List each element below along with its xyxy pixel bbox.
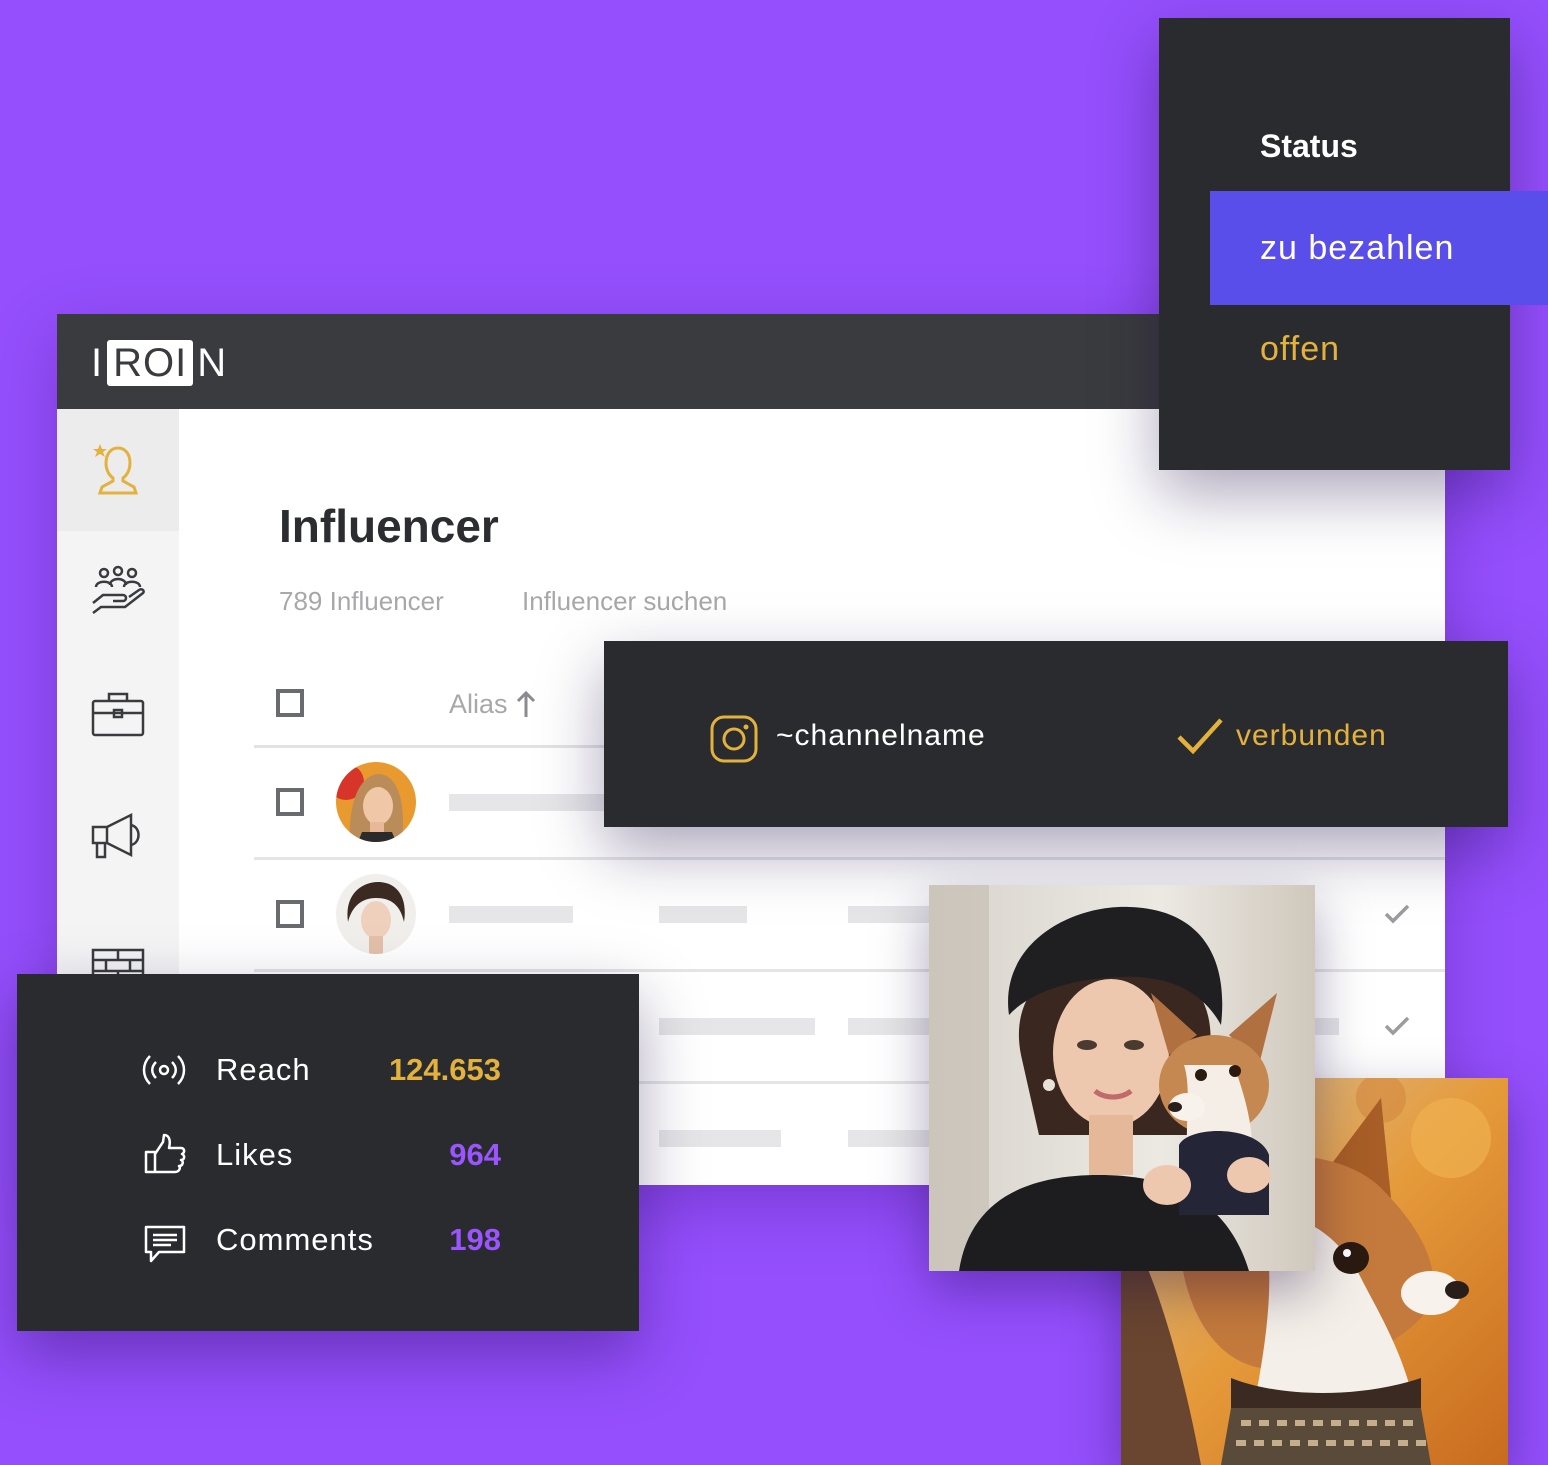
status-menu-title: Status bbox=[1260, 128, 1358, 164]
stat-label: Reach bbox=[216, 1052, 311, 1087]
stat-value: 198 bbox=[449, 1222, 501, 1257]
status-menu: Status zu bezahlen offen bbox=[1159, 18, 1548, 470]
team-hand-icon bbox=[92, 565, 145, 614]
select-all-checkbox[interactable] bbox=[276, 689, 304, 717]
cell-placeholder bbox=[659, 1130, 781, 1147]
channel-name: ~channelname bbox=[776, 719, 986, 752]
sidebar-item-campaigns[interactable] bbox=[57, 653, 179, 775]
logo-part-3: N bbox=[197, 340, 228, 385]
megaphone-icon bbox=[91, 812, 140, 859]
influencer-star-icon bbox=[93, 444, 139, 495]
cell-placeholder bbox=[848, 1130, 938, 1147]
briefcase-icon bbox=[91, 692, 145, 737]
sidebar-item-influencer[interactable] bbox=[57, 409, 179, 531]
avatar bbox=[336, 874, 416, 954]
logo[interactable]: I ROI N bbox=[91, 338, 227, 388]
row-checkbox[interactable] bbox=[276, 900, 304, 928]
page-title: Influencer bbox=[279, 500, 499, 552]
alias-placeholder bbox=[449, 906, 573, 923]
stat-value: 964 bbox=[449, 1137, 501, 1172]
stat-label: Likes bbox=[216, 1137, 294, 1172]
cell-placeholder bbox=[848, 906, 938, 923]
channel-status: verbunden bbox=[1236, 719, 1387, 752]
sidebar-item-team[interactable] bbox=[57, 531, 179, 653]
checkmark-icon bbox=[1177, 718, 1223, 755]
sidebar-item-marketing[interactable] bbox=[57, 775, 179, 897]
cell-placeholder bbox=[659, 1018, 815, 1035]
arrow-up-icon bbox=[516, 690, 535, 717]
status-option[interactable]: offen bbox=[1260, 330, 1340, 369]
cell-placeholder bbox=[848, 1018, 938, 1035]
channel-card: ~channelname verbunden bbox=[604, 641, 1508, 827]
alias-placeholder bbox=[449, 794, 629, 811]
alias-column-header[interactable]: Alias bbox=[449, 689, 536, 720]
search-input[interactable]: Influencer suchen bbox=[522, 586, 727, 617]
stats-card: Reach 124.653 Likes 964 Comments 198 bbox=[17, 974, 639, 1331]
alias-header-label: Alias bbox=[449, 689, 508, 719]
instagram-icon bbox=[710, 715, 758, 763]
influencer-count: 789 Influencer bbox=[279, 586, 444, 616]
stat-value: 124.653 bbox=[388, 1052, 501, 1087]
thumbs-up-icon bbox=[144, 1133, 186, 1174]
woman-with-dog-photo bbox=[929, 885, 1315, 1271]
check-icon bbox=[1384, 904, 1410, 924]
check-icon bbox=[1384, 1016, 1410, 1036]
cell-placeholder bbox=[1314, 1018, 1339, 1035]
comment-icon bbox=[144, 1225, 186, 1263]
row-checkbox[interactable] bbox=[276, 788, 304, 816]
broadcast-icon bbox=[142, 1055, 186, 1085]
logo-part-2: ROI bbox=[107, 340, 194, 386]
avatar bbox=[336, 762, 416, 842]
cell-placeholder bbox=[659, 906, 747, 923]
logo-part-1: I bbox=[91, 340, 104, 385]
status-option-selected[interactable]: zu bezahlen bbox=[1210, 191, 1548, 305]
